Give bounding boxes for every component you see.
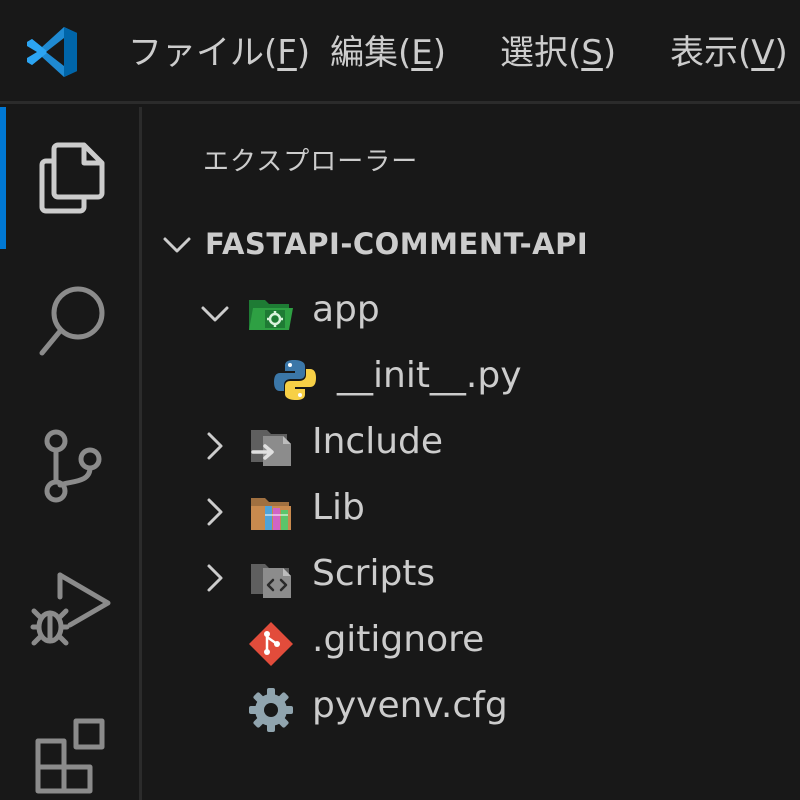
title-bar: ファイル(F) 編集(E) 選択(S) 表示(V) <box>0 0 800 104</box>
extensions-icon[interactable] <box>30 711 114 795</box>
tree-item-pyvenv-cfg[interactable]: pyvenv.cfg <box>145 679 745 741</box>
menu-edit-mnemonic: E <box>411 33 433 73</box>
menu-view[interactable]: 表示(V) <box>670 28 788 78</box>
project-header[interactable]: FASTAPI-COMMENT-API <box>155 219 795 273</box>
active-indicator <box>0 107 6 249</box>
tree-item-label: .gitignore <box>312 619 485 660</box>
tree-item-gitignore[interactable]: .gitignore <box>145 613 745 675</box>
tree-item-label: Lib <box>312 487 365 528</box>
chevron-right-icon[interactable] <box>197 560 233 596</box>
chevron-down-icon[interactable] <box>197 296 233 332</box>
folder-include-icon <box>251 430 291 466</box>
menu-selection-suffix: ) <box>602 33 617 73</box>
folder-scripts-icon <box>251 564 291 598</box>
python-icon <box>274 360 316 400</box>
search-icon[interactable] <box>30 279 114 363</box>
tree-item-label: Scripts <box>312 553 436 594</box>
vscode-logo-icon <box>27 27 77 77</box>
menu-file-suffix: ) <box>296 33 311 73</box>
source-control-icon[interactable] <box>30 425 114 509</box>
menu-view-label: 表示( <box>670 33 752 73</box>
menu-edit[interactable]: 編集(E) <box>330 28 446 78</box>
chevron-right-icon[interactable] <box>197 494 233 530</box>
git-icon <box>249 622 293 666</box>
chevron-right-icon[interactable] <box>197 428 233 464</box>
menu-file-mnemonic: F <box>277 33 297 73</box>
folder-app-icon <box>249 300 293 330</box>
tree-item-init-py[interactable]: __init__.py <box>145 349 745 411</box>
project-name: FASTAPI-COMMENT-API <box>205 227 589 261</box>
menu-view-mnemonic: V <box>751 33 775 73</box>
menu-selection-mnemonic: S <box>581 33 603 73</box>
vscode-window: ファイル(F) 編集(E) 選択(S) 表示(V) エクスプローラー FASTA… <box>0 0 800 800</box>
menu-selection[interactable]: 選択(S) <box>500 28 616 78</box>
activity-bar <box>0 107 142 800</box>
menu-selection-label: 選択( <box>500 33 582 73</box>
folder-lib-icon <box>251 498 291 530</box>
tree-item-label: app <box>312 289 380 330</box>
tree-item-lib[interactable]: Lib <box>145 481 745 543</box>
tree-item-scripts[interactable]: Scripts <box>145 547 745 609</box>
tree-item-label: Include <box>312 421 444 462</box>
explorer-title: エクスプローラー <box>203 147 419 177</box>
menu-file-label: ファイル( <box>128 33 278 73</box>
run-debug-icon[interactable] <box>30 567 114 651</box>
tree-item-label: __init__.py <box>337 355 522 396</box>
menu-file[interactable]: ファイル(F) <box>128 28 310 78</box>
gear-config-icon <box>249 688 293 732</box>
menu-edit-label: 編集( <box>330 33 412 73</box>
files-icon[interactable] <box>30 135 114 219</box>
tree-item-include[interactable]: Include <box>145 415 745 477</box>
chevron-down-icon[interactable] <box>159 227 195 263</box>
menu-view-suffix: ) <box>774 33 788 73</box>
tree-item-label: pyvenv.cfg <box>312 685 508 726</box>
menu-edit-suffix: ) <box>432 33 447 73</box>
tree-item-app[interactable]: app <box>145 283 745 345</box>
explorer-sidebar: エクスプローラー FASTAPI-COMMENT-API app __init_… <box>145 107 800 800</box>
